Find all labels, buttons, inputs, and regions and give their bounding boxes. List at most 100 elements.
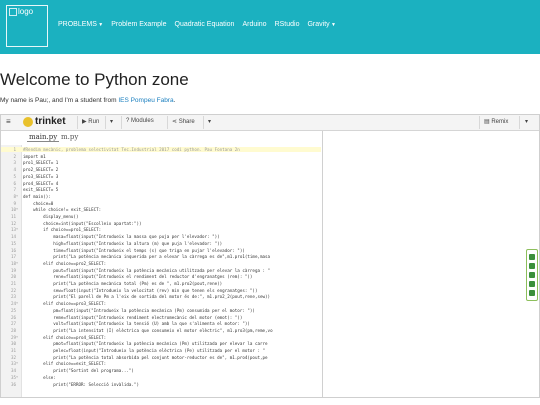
line-number: 20 — [10, 274, 16, 280]
top-navbar: logo PROBLEMS ▼ Problem Example Quadratic … — [0, 0, 540, 54]
code-line[interactable]: 13 ▾ if choice==pro1_SELECT: — [1, 227, 321, 232]
code-editor[interactable]: 1 #Rendim mecànic, problema selectivitat … — [1, 145, 321, 397]
code-text: elif choice==pro4_SELECT: — [23, 334, 107, 340]
code-line[interactable]: 7 exit_SELECT= 5 — [1, 187, 321, 192]
remix-button[interactable]: ▤ Remix — [484, 118, 508, 125]
fold-arrow-icon[interactable]: ▾ — [16, 194, 20, 199]
code-line[interactable]: 22 sew=float(input("Introdueix la veloci… — [1, 288, 321, 293]
code-line[interactable]: 2 import m1 — [1, 154, 321, 159]
tab-main-py[interactable]: main.py — [27, 133, 60, 142]
more-options-dropdown[interactable]: ▾ — [525, 118, 528, 125]
code-line[interactable]: 27 volt=float(input("Introdueix la tensi… — [1, 321, 321, 326]
fold-arrow-icon[interactable]: ▾ — [16, 375, 20, 380]
run-button[interactable]: ▶ Run — [82, 118, 99, 125]
code-line[interactable]: 14 masa=float(input("Introdueix la massa… — [1, 234, 321, 239]
code-text: masa=float(input("Introdueix la massa qu… — [23, 234, 220, 240]
code-line[interactable]: 19 pout=float(input("Introdueix la potèn… — [1, 268, 321, 273]
line-number: 34 — [10, 368, 16, 374]
nav-item[interactable]: Quadratic Equation — [175, 21, 235, 28]
code-text: pro4_SELECT= 4 — [23, 180, 59, 186]
code-line[interactable]: 18 ▾ elif choice==pro2_SELECT: — [1, 261, 321, 266]
fold-arrow-icon[interactable]: ▾ — [16, 207, 20, 212]
hamburger-icon[interactable]: ≡ — [6, 117, 11, 126]
code-text: print("Sortint del programa...") — [23, 368, 134, 374]
code-line[interactable]: 35 ▾ else: — [1, 375, 321, 380]
code-text: elif choice==exit_SELECT: — [23, 361, 107, 367]
school-link[interactable]: IES Pompeu Fabra — [118, 97, 173, 104]
code-line[interactable]: 36 print("ERROR: Selecció invàlida.") — [1, 382, 321, 387]
nav-item[interactable]: Arduino — [242, 21, 266, 28]
divider — [167, 116, 168, 129]
share-options-dropdown[interactable]: ▾ — [208, 118, 211, 125]
code-text: print("ERROR: Selecció invàlida.") — [23, 381, 139, 387]
code-line[interactable]: 17 print("La potència mecànica inquerida… — [1, 254, 321, 259]
code-line[interactable]: 34 print("Sortint del programa...") — [1, 368, 321, 373]
code-line[interactable]: 12 choice=int(input("Escolleix apartat:"… — [1, 221, 321, 226]
code-line[interactable]: 26 reme=float(input("Introdueix rendimen… — [1, 315, 321, 320]
code-line[interactable]: 24 ▾ elif choice==pro3_SELECT: — [1, 301, 321, 306]
code-line[interactable]: 6 pro4_SELECT= 4 — [1, 181, 321, 186]
code-line[interactable]: 33 ▾ elif choice==exit_SELECT: — [1, 361, 321, 366]
share-button[interactable]: ⋖ Share — [172, 118, 195, 125]
nav-item[interactable]: RStudio — [275, 21, 300, 28]
code-line[interactable]: 5 pro3_SELECT= 3 — [1, 174, 321, 179]
divider — [105, 116, 106, 129]
code-line[interactable]: 8 ▾ def main(): — [1, 194, 321, 199]
fold-arrow-icon[interactable]: ▾ — [16, 335, 20, 340]
site-logo[interactable]: logo — [6, 5, 48, 47]
code-text: pelec=float(input("Introdueix la potènci… — [23, 348, 266, 353]
code-text: pm=float(input("Introdueix la potència m… — [23, 307, 255, 313]
code-text: high=float(input("Introdueix la altura (… — [23, 240, 223, 246]
intro-text: My name is Pau;, and I'm a student from … — [0, 97, 176, 104]
code-line[interactable]: 30 pmot=float(input("Introdueix la potèn… — [1, 341, 321, 346]
trinket-toolbar: ≡ trinket ▶ Run ▾ ? Modules ⋖ Share ▾ ▤ … — [1, 115, 539, 131]
trinket-brand[interactable]: trinket — [23, 116, 66, 127]
nav-item[interactable]: PROBLEMS ▼ — [58, 21, 103, 28]
line-number: 35 — [10, 374, 16, 380]
chevron-down-icon: ▾ — [525, 119, 529, 125]
line-number: 29 — [10, 334, 16, 340]
code-line[interactable]: 16 time=float(input("Introdueix el temps… — [1, 248, 321, 253]
code-line[interactable]: 29 ▾ elif choice==pro4_SELECT: — [1, 335, 321, 340]
code-line[interactable]: 28 print("La intensitat (I) elèctrica qu… — [1, 328, 321, 333]
code-line[interactable]: 23 print("El parell de Pm a l'eix de sor… — [1, 294, 321, 299]
code-line[interactable]: 11 display_menu() — [1, 214, 321, 219]
widget-icon — [529, 290, 535, 296]
share-icon: ⋖ — [172, 119, 178, 125]
fold-arrow-icon[interactable]: ▾ — [16, 227, 20, 232]
code-line[interactable]: 3 pro1_SELECT= 1 — [1, 160, 321, 165]
code-line[interactable]: 32 print("La potència total absorbida pe… — [1, 355, 321, 360]
code-text: exit_SELECT= 5 — [23, 187, 59, 193]
trinket-logo-icon — [23, 116, 33, 127]
widget-icon — [529, 254, 535, 260]
code-text: #Rendim mecànic, problema selectivitat T… — [23, 147, 240, 152]
code-line[interactable]: 20 rene=float(input("Introdueix el rendi… — [1, 274, 321, 279]
side-widget[interactable] — [526, 249, 538, 301]
code-line[interactable]: 10 ▾ while choice!= exit_SELECT: — [1, 207, 321, 212]
nav-item[interactable]: Problem Example — [111, 21, 166, 28]
code-line[interactable]: 1 #Rendim mecànic, problema selectivitat … — [1, 147, 321, 153]
code-line[interactable]: 31 pelec=float(input("Introdueix la potè… — [1, 348, 321, 353]
fold-arrow-icon[interactable]: ▾ — [16, 361, 20, 366]
line-number: 31 — [10, 348, 16, 353]
nav-item[interactable]: Gravity ▼ — [307, 21, 336, 28]
code-line[interactable]: 4 pro2_SELECT= 2 — [1, 167, 321, 172]
code-line[interactable]: 15 high=float(input("Introdueix la altur… — [1, 241, 321, 246]
fold-arrow-icon[interactable]: ▾ — [16, 301, 20, 306]
tab-m-py[interactable]: m.py — [59, 133, 80, 141]
run-options-dropdown[interactable]: ▾ — [110, 118, 113, 125]
code-line[interactable]: 21 print("La potència mecànica total (Pm… — [1, 281, 321, 286]
code-line[interactable]: 25 pm=float(input("Introdueix la potènci… — [1, 308, 321, 313]
code-line[interactable]: 9 choice=0 — [1, 201, 321, 206]
code-text: print("El parell de Pm a l'eix de sortid… — [23, 294, 271, 300]
fold-arrow-icon[interactable]: ▾ — [16, 261, 20, 266]
trinket-embed: ≡ trinket ▶ Run ▾ ? Modules ⋖ Share ▾ ▤ … — [0, 114, 540, 398]
line-number: 5 — [13, 173, 16, 179]
code-text: else: — [23, 374, 56, 380]
line-number: 22 — [10, 287, 16, 293]
modules-button[interactable]: ? Modules — [126, 118, 154, 124]
line-number: 4 — [13, 167, 16, 173]
line-number: 32 — [10, 354, 16, 360]
code-text: choice=0 — [23, 200, 54, 206]
broken-image-icon — [9, 7, 17, 16]
